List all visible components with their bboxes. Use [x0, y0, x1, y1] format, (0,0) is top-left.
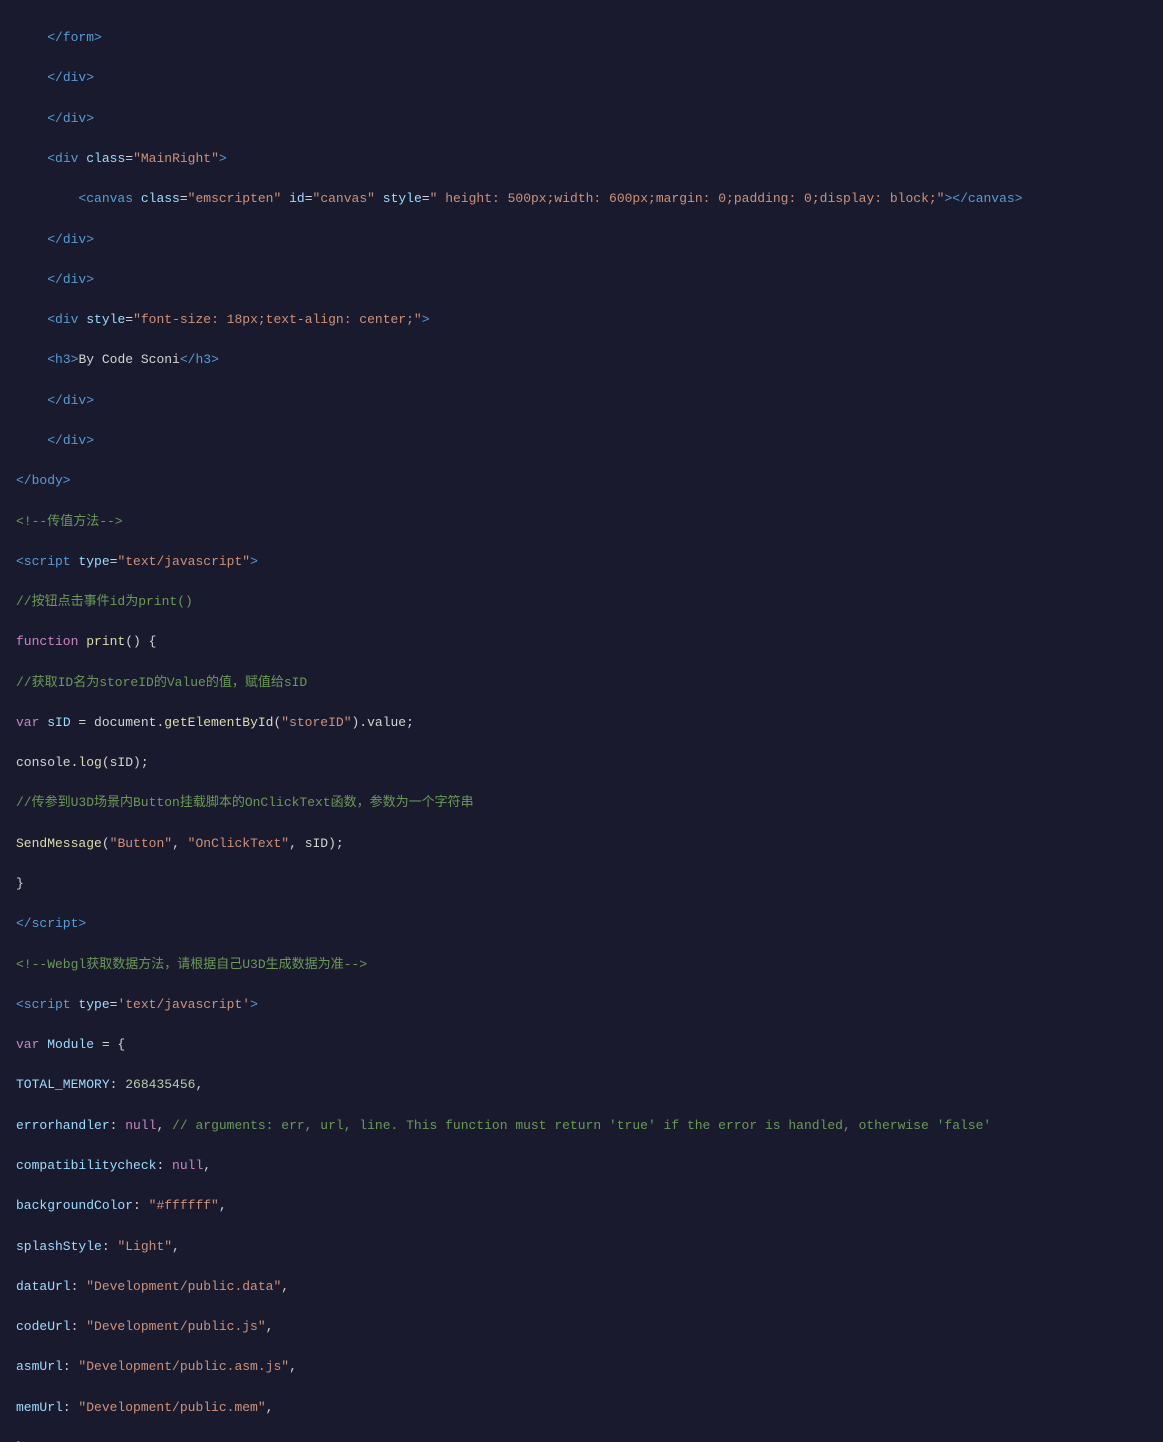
code-line: <!--Webgl获取数据方法，请根据自己U3D生成数据为准--> [0, 955, 1163, 975]
code-line: memUrl: "Development/public.mem", [0, 1398, 1163, 1418]
code-line: errorhandler: null, // arguments: err, u… [0, 1116, 1163, 1136]
code-line: SendMessage("Button", "OnClickText", sID… [0, 834, 1163, 854]
code-line: </div> [0, 68, 1163, 88]
code-line: <h3>By Code Sconi</h3> [0, 350, 1163, 370]
code-line: <!--传值方法--> [0, 512, 1163, 532]
code-line: </script> [0, 914, 1163, 934]
code-line: <canvas class="emscripten" id="canvas" s… [0, 189, 1163, 209]
code-line: </body> [0, 471, 1163, 491]
code-line: compatibilitycheck: null, [0, 1156, 1163, 1176]
code-line: function print() { [0, 632, 1163, 652]
code-line: console.log(sID); [0, 753, 1163, 773]
code-line: backgroundColor: "#ffffff", [0, 1196, 1163, 1216]
code-line: </div> [0, 230, 1163, 250]
code-line: codeUrl: "Development/public.js", [0, 1317, 1163, 1337]
code-editor: </form> </div> </div> <div class="MainRi… [0, 0, 1163, 1442]
code-line: </form> [0, 28, 1163, 48]
code-line: //获取ID名为storeID的Value的值，赋值给sID [0, 673, 1163, 693]
code-line: }; [0, 1438, 1163, 1442]
code-line: </div> [0, 270, 1163, 290]
code-line: //按钮点击事件id为print() [0, 592, 1163, 612]
code-line: //传参到U3D场景内Button挂载脚本的OnClickText函数，参数为一… [0, 793, 1163, 813]
code-line: asmUrl: "Development/public.asm.js", [0, 1357, 1163, 1377]
code-line: var sID = document.getElementById("store… [0, 713, 1163, 733]
code-line: TOTAL_MEMORY: 268435456, [0, 1075, 1163, 1095]
code-line: </div> [0, 109, 1163, 129]
code-line: } [0, 874, 1163, 894]
code-line: <script type='text/javascript'> [0, 995, 1163, 1015]
code-line: splashStyle: "Light", [0, 1237, 1163, 1257]
code-line: </div> [0, 391, 1163, 411]
code-line: <script type="text/javascript"> [0, 552, 1163, 572]
code-line: dataUrl: "Development/public.data", [0, 1277, 1163, 1297]
code-line: <div style="font-size: 18px;text-align: … [0, 310, 1163, 330]
code-line: <div class="MainRight"> [0, 149, 1163, 169]
code-line: </div> [0, 431, 1163, 451]
code-line: var Module = { [0, 1035, 1163, 1055]
